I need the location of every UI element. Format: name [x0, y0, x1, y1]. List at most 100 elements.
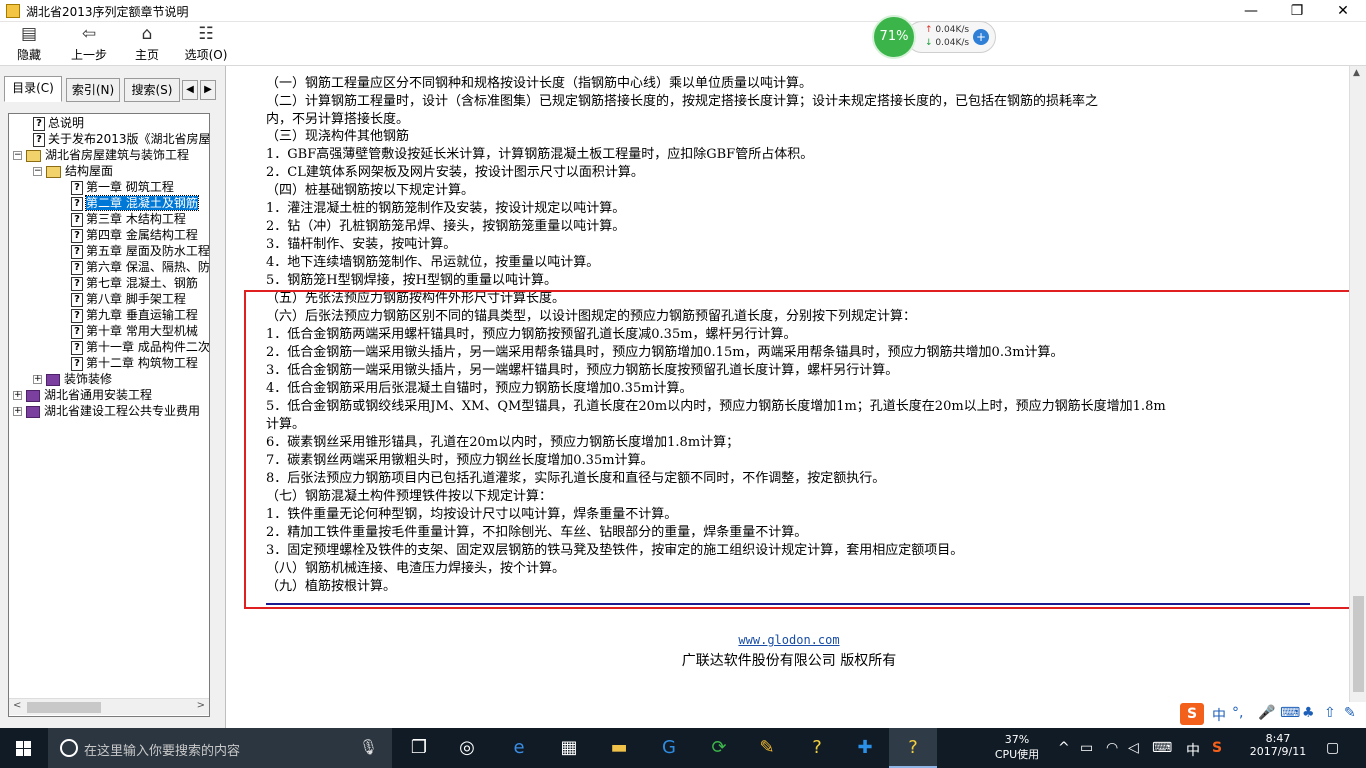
back-button[interactable]: ⇦ 上一步 [68, 24, 110, 64]
toolbar: ▤ 隐藏 ⇦ 上一步 ⌂ 主页 ☷ 选项(O) [0, 22, 1366, 66]
ime-punct-toggle[interactable]: °, [1232, 705, 1243, 721]
upload-arrow-icon: ↑ [925, 25, 933, 35]
tree-item[interactable]: ? 第八章 脚手架工程 [71, 291, 186, 307]
store-icon[interactable]: ▦ [545, 728, 593, 768]
expand-icon[interactable]: + [33, 375, 42, 384]
microphone-icon[interactable]: 🎤 [1258, 705, 1275, 721]
keyboard-icon[interactable]: ⌨ [1280, 705, 1300, 721]
download-arrow-icon: ↓ [925, 38, 933, 48]
red-highlight-box [244, 290, 1349, 609]
tree-item[interactable]: ? 第九章 垂直运输工程 [71, 307, 198, 323]
tree-item[interactable]: ? 第十章 常用大型机械 [71, 323, 198, 339]
help-app-icon[interactable]: ? [793, 728, 841, 768]
remote-app-icon[interactable]: ✚ [841, 728, 889, 768]
open-book-icon [26, 149, 41, 162]
scroll-left-icon[interactable]: < [13, 700, 21, 711]
file-explorer-icon[interactable]: ▬ [595, 728, 643, 768]
hide-button[interactable]: ▤ 隐藏 [12, 24, 46, 64]
content-vertical-scrollbar[interactable]: ▲ ▼ [1349, 66, 1366, 728]
shirt-icon[interactable]: ⇧ [1324, 705, 1336, 721]
help-page-icon: ? [33, 116, 45, 131]
clock[interactable]: 8:47 2017/9/11 [1240, 728, 1316, 768]
tree-item[interactable]: ? 总说明 [33, 115, 84, 131]
home-button[interactable]: ⌂ 主页 [130, 24, 164, 64]
tree-horizontal-scrollbar[interactable]: < > [9, 698, 209, 715]
expand-icon[interactable]: + [13, 391, 22, 400]
tree-item[interactable]: − 湖北省房屋建筑与装饰工程 [13, 147, 189, 163]
window-title: 湖北省2013序列定额章节说明 [26, 5, 189, 19]
show-hidden-icons-icon[interactable]: ^ [1058, 740, 1070, 756]
edge-icon[interactable]: e [495, 728, 543, 768]
help-page-icon: ? [71, 244, 83, 259]
help-page-icon: ? [71, 308, 83, 323]
text-line: 1．灌注混凝土桩的钢筋笼制作及安装，按设计规定以吨计算。 [266, 201, 626, 216]
tree-item-selected[interactable]: ? 第二章 混凝土及钢筋 [71, 195, 199, 211]
notes-app-icon[interactable]: ✎ [743, 728, 791, 768]
tree-item[interactable]: ? 第五章 屋面及防水工程 [71, 243, 209, 259]
help-viewer-active-icon[interactable]: ? [889, 728, 937, 768]
minimize-button[interactable]: — [1228, 0, 1274, 22]
scroll-thumb[interactable] [1353, 596, 1364, 692]
expand-icon[interactable]: + [13, 407, 22, 416]
glodon-link[interactable]: www.glodon.com [229, 633, 1349, 647]
cpu-usage-indicator[interactable]: 37% CPU使用 [985, 728, 1049, 768]
scroll-right-icon[interactable]: > [197, 700, 205, 711]
wifi-icon[interactable]: ◠ [1106, 740, 1118, 756]
options-button[interactable]: ☷ 选项(O) [184, 24, 228, 64]
start-button[interactable] [0, 728, 48, 768]
collapse-icon[interactable]: − [13, 151, 22, 160]
copyright-text: 广联达软件股份有限公司 版权所有 [681, 653, 897, 669]
glodon-app-icon[interactable]: G [645, 728, 693, 768]
windows-logo-icon [16, 741, 31, 756]
refresh-app-icon[interactable]: ⟳ [695, 728, 743, 768]
close-button[interactable]: ✕ [1320, 0, 1366, 22]
battery-icon[interactable]: ▭ [1080, 740, 1093, 756]
tab-scroll-left-icon[interactable]: ◀ [182, 80, 198, 100]
sogou-tray-icon[interactable]: S [1212, 740, 1222, 756]
ime-lang-toggle[interactable]: 中 [1212, 705, 1226, 725]
volume-icon[interactable]: ◁ [1128, 740, 1139, 756]
network-monitor-widget[interactable]: ↑ 0.04K/s ↓ 0.04K/s + 71% [872, 15, 996, 59]
tree-item[interactable]: ? 第四章 金属结构工程 [71, 227, 198, 243]
task-view-icon[interactable]: ❐ [395, 728, 443, 768]
touch-keyboard-icon[interactable]: ⌨ [1152, 740, 1172, 756]
text-line: （四）桩基础钢筋按以下规定计算。 [266, 183, 475, 198]
skin-icon[interactable]: ♣ [1302, 705, 1315, 721]
help-page-icon: ? [71, 356, 83, 371]
collapse-icon[interactable]: − [33, 167, 42, 176]
microphone-icon[interactable]: 🎙 [359, 738, 378, 756]
tree-item[interactable]: − 结构屋面 [33, 163, 113, 179]
tree-item[interactable]: ? 第六章 保温、隔热、防 [71, 259, 209, 275]
tree-item[interactable]: ? 第三章 木结构工程 [71, 211, 186, 227]
tree-item[interactable]: + 湖北省通用安装工程 [13, 387, 152, 403]
memory-percent-ball[interactable]: 71% [872, 15, 916, 59]
tab-contents[interactable]: 目录(C) [4, 76, 62, 102]
tab-search[interactable]: 搜索(S) [124, 78, 180, 102]
arrow-left-icon: ⇦ [81, 24, 97, 44]
text-line: 3．锚杆制作、安装，按吨计算。 [266, 237, 457, 252]
book-icon [26, 389, 40, 402]
help-page-icon: ? [71, 196, 83, 211]
divider [266, 603, 1310, 605]
taskbar-search[interactable]: 在这里输入你要搜索的内容 🎙 [48, 728, 392, 768]
notification-icon[interactable]: ▢ [1326, 740, 1339, 756]
accelerate-icon[interactable]: + [973, 29, 989, 45]
tab-index[interactable]: 索引(N) [66, 78, 120, 102]
tree-item[interactable]: + 装饰装修 [33, 371, 112, 387]
speed-panel: ↑ 0.04K/s ↓ 0.04K/s + [906, 21, 996, 53]
tree-item[interactable]: ? 第十二章 构筑物工程 [71, 355, 198, 371]
tree-item[interactable]: + 湖北省建设工程公共专业费用 [13, 403, 200, 419]
tree-item[interactable]: ? 第七章 混凝土、钢筋 [71, 275, 198, 291]
help-page-icon: ? [71, 276, 83, 291]
maximize-button[interactable]: ❐ [1274, 0, 1320, 22]
input-language[interactable]: 中 [1186, 740, 1200, 760]
scroll-thumb[interactable] [27, 702, 101, 713]
tree-item[interactable]: ? 关于发布2013版《湖北省房屋 [33, 131, 209, 147]
tab-scroll-right-icon[interactable]: ▶ [200, 80, 216, 100]
sogou-logo-icon[interactable]: S [1180, 703, 1204, 725]
wrench-icon[interactable]: ✎ [1344, 705, 1356, 721]
scroll-up-icon[interactable]: ▲ [1353, 68, 1360, 78]
tree-item[interactable]: ? 第十一章 成品构件二次 [71, 339, 209, 355]
tree-item[interactable]: ? 第一章 砌筑工程 [71, 179, 174, 195]
browser-360-icon[interactable]: ◎ [443, 728, 491, 768]
